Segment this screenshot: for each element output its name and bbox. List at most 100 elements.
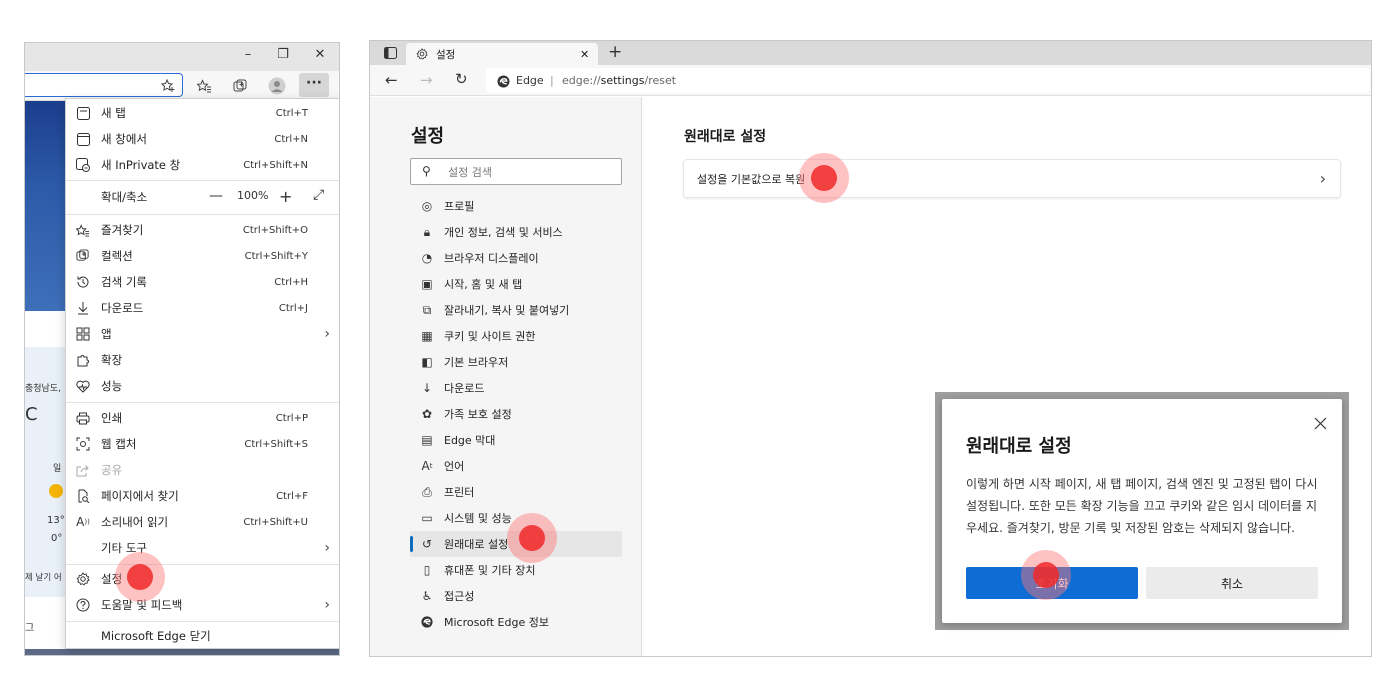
zoom-out-button[interactable]: —	[209, 188, 223, 204]
tab-settings[interactable]: 설정 ✕	[406, 43, 598, 65]
site-permissions-icon: ▦	[421, 329, 433, 343]
zoom-in-button[interactable]: +	[279, 187, 292, 206]
tab-strip: 설정 ✕ +	[370, 41, 1371, 65]
sidebar-item-label: 시작, 홈 및 새 탭	[444, 278, 523, 291]
settings-browser-window: 설정 ✕ + ← → ↻ Edge | edge://settings/rese…	[369, 40, 1372, 657]
menu-item-help-feedback[interactable]: 도움말 및 피드백 ›	[66, 592, 339, 618]
page-title: 원래대로 설정	[684, 129, 767, 145]
sidebar-item-phone-devices[interactable]: ▯ 휴대폰 및 기타 장치	[410, 557, 622, 583]
menu-item-history[interactable]: 검색 기록 Ctrl+H	[66, 269, 339, 295]
address-bar[interactable]: Edge | edge://settings/reset	[486, 68, 1370, 93]
find-icon	[75, 488, 91, 504]
click-indicator	[115, 552, 165, 602]
refresh-icon[interactable]: ↻	[455, 70, 468, 88]
menu-item-label: 공유	[101, 463, 123, 477]
menu-item-favorites[interactable]: 즐겨찾기 Ctrl+Shift+O	[66, 217, 339, 243]
download-icon: ↓	[421, 381, 433, 395]
back-arrow-icon[interactable]: ←	[385, 71, 398, 89]
tab-actions-icon[interactable]	[382, 45, 398, 61]
menu-item-apps[interactable]: 앱 ›	[66, 321, 339, 347]
menu-item-new-window[interactable]: 새 창에서 Ctrl+N	[66, 126, 339, 152]
more-options-button[interactable]: ···	[299, 73, 329, 97]
menu-item-read-aloud[interactable]: A)) 소리내어 읽기 Ctrl+Shift+U	[66, 509, 339, 535]
menu-item-label: 소리내어 읽기	[101, 515, 169, 529]
minimize-button[interactable]: –	[238, 47, 258, 62]
favorites-add-icon[interactable]	[160, 78, 176, 92]
close-window-button[interactable]: ✕	[310, 47, 330, 62]
menu-item-extensions[interactable]: 확장	[66, 347, 339, 373]
address-bar[interactable]	[25, 73, 183, 97]
sidebar-item-about-edge[interactable]: Microsoft Edge 정보	[410, 609, 622, 635]
menu-item-downloads[interactable]: 다운로드 Ctrl+J	[66, 295, 339, 321]
settings-search-input[interactable]: ⚲ 설정 검색	[410, 158, 622, 185]
sun-icon	[49, 484, 63, 498]
menu-item-more-tools[interactable]: 기타 도구 ›	[66, 535, 339, 561]
sidebar-item-start-home[interactable]: ▣ 시작, 홈 및 새 탭	[410, 271, 622, 297]
read-aloud-icon: A))	[76, 515, 90, 529]
new-tab-icon	[75, 105, 91, 121]
tab-close-button[interactable]: ✕	[580, 48, 589, 61]
sidebar-item-languages[interactable]: At 언어	[410, 453, 622, 479]
menu-item-print[interactable]: 인쇄 Ctrl+P	[66, 405, 339, 431]
collections-icon[interactable]	[229, 76, 251, 96]
sidebar-item-accessibility[interactable]: ♿︎ 접근성	[410, 583, 622, 609]
default-browser-icon: ◧	[421, 355, 433, 369]
more-options-menu: 새 탭 Ctrl+T 새 창에서 Ctrl+N 새 InPrivate 창 Ct…	[65, 98, 339, 649]
sidebar-item-default-browser[interactable]: ◧ 기본 브라우저	[410, 349, 622, 375]
cancel-button[interactable]: 취소	[1146, 567, 1318, 599]
address-divider: |	[550, 74, 554, 87]
sidebar-item-label: Microsoft Edge 정보	[444, 616, 549, 629]
favorites-icon[interactable]	[193, 76, 215, 96]
sidebar-item-label: Edge 막대	[444, 434, 496, 447]
favorites-icon	[75, 222, 91, 238]
menu-item-performance[interactable]: 성능	[66, 373, 339, 399]
menu-item-shortcut: Ctrl+F	[276, 490, 308, 502]
sidebar-item-privacy[interactable]: 🔒︎ 개인 정보, 검색 및 서비스	[410, 219, 622, 245]
printer-icon: ⎙	[422, 484, 432, 499]
sidebar-item-printers[interactable]: ⎙ 프린터	[410, 479, 622, 505]
forward-arrow-icon: →	[420, 71, 433, 89]
menu-item-collections[interactable]: 컬렉션 Ctrl+Shift+Y	[66, 243, 339, 269]
fullscreen-icon[interactable]: ⤢	[313, 187, 324, 203]
menu-item-shortcut: Ctrl+Shift+O	[242, 224, 308, 236]
sidebar-item-label: 다운로드	[444, 382, 485, 395]
menu-item-label: 인쇄	[101, 411, 123, 425]
sidebar-item-family[interactable]: ✿ 가족 보호 설정	[410, 401, 622, 427]
toolbar: ···	[25, 71, 339, 101]
site-identity-label: Edge	[516, 74, 544, 87]
sidebar-item-profiles[interactable]: ◎ 프로필	[410, 193, 622, 219]
menu-item-label: 앱	[101, 327, 112, 341]
menu-item-web-capture[interactable]: 웹 캡처 Ctrl+Shift+S	[66, 431, 339, 457]
restore-button[interactable]: ❐	[273, 47, 293, 62]
menu-item-close-edge[interactable]: Microsoft Edge 닫기	[66, 623, 339, 649]
sidebar-item-copy-paste[interactable]: ⧉ 잘라내기, 복사 및 붙여넣기	[410, 297, 622, 323]
reset-settings-dialog: 원래대로 설정 이렇게 하면 시작 페이지, 새 탭 페이지, 검색 엔진 및 …	[942, 399, 1342, 623]
web-capture-icon	[75, 436, 91, 452]
share-copy-paste-icon: ⧉	[422, 302, 432, 317]
sidebar-item-downloads[interactable]: ↓ 다운로드	[410, 375, 622, 401]
menu-item-shortcut: Ctrl+Shift+N	[243, 159, 308, 171]
menu-item-settings[interactable]: 설정	[66, 566, 339, 592]
menu-divider	[66, 402, 339, 403]
close-icon[interactable]	[1310, 413, 1330, 433]
sidebar-item-site-permissions[interactable]: ▦ 쿠키 및 사이트 권한	[410, 323, 622, 349]
sidebar-item-edge-bar[interactable]: ▤ Edge 막대	[410, 427, 622, 453]
menu-item-new-inprivate[interactable]: 새 InPrivate 창 Ctrl+Shift+N	[66, 152, 339, 178]
help-icon	[75, 597, 91, 613]
background-text: 그	[25, 623, 35, 634]
profile-icon[interactable]	[266, 76, 288, 96]
apps-icon	[75, 326, 91, 342]
new-tab-button[interactable]: +	[608, 42, 622, 62]
weather-link[interactable]: 제 날기 어	[25, 571, 62, 583]
search-placeholder: 설정 검색	[448, 165, 492, 179]
menu-item-label: 새 탭	[101, 106, 126, 120]
sidebar-item-label: 브라우저 디스플레이	[444, 252, 539, 265]
restore-defaults-item[interactable]: 설정을 기본값으로 복원 ›	[683, 159, 1341, 198]
extensions-icon	[75, 352, 91, 368]
sidebar-item-appearance[interactable]: ◔ 브라우저 디스플레이	[410, 245, 622, 271]
sidebar-item-label: 가족 보호 설정	[444, 408, 512, 421]
menu-item-label: 컬렉션	[101, 249, 133, 263]
dialog-title: 원래대로 설정	[966, 436, 1072, 457]
menu-item-find-on-page[interactable]: 페이지에서 찾기 Ctrl+F	[66, 483, 339, 509]
menu-item-new-tab[interactable]: 새 탭 Ctrl+T	[66, 100, 339, 126]
